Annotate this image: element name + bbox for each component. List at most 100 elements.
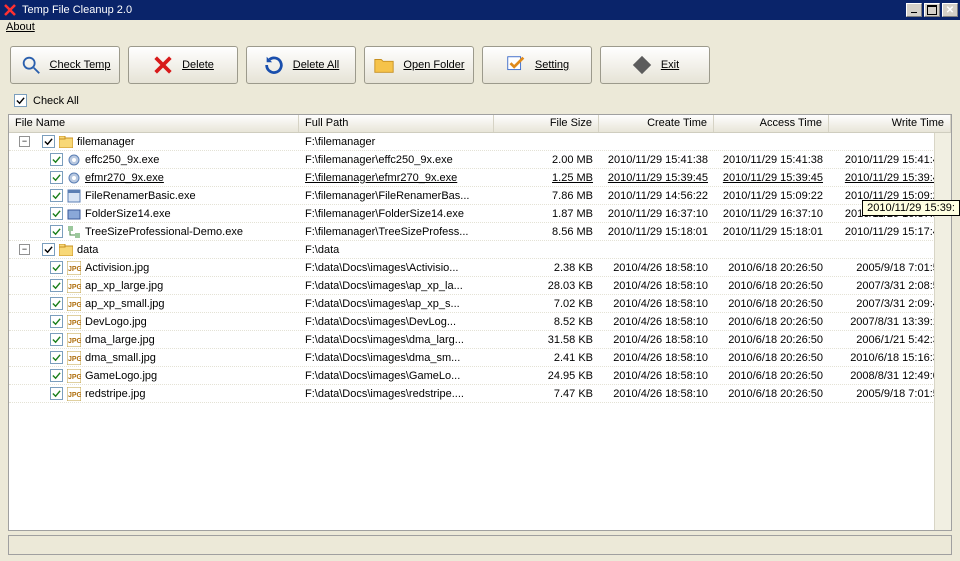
row-checkbox[interactable] bbox=[50, 333, 63, 346]
file-ctime: 2010/11/29 15:39:45 bbox=[599, 171, 714, 185]
delete-button[interactable]: Delete bbox=[128, 46, 238, 84]
file-name: redstripe.jpg bbox=[85, 388, 146, 400]
file-atime: 2010/6/18 20:26:50 bbox=[714, 369, 829, 383]
refresh-icon bbox=[263, 54, 285, 76]
file-path: F:\filemanager\efmr270_9x.exe bbox=[299, 171, 494, 185]
file-size: 1.25 MB bbox=[494, 171, 599, 185]
file-row[interactable]: JPG ap_xp_large.jpg F:\data\Docs\images\… bbox=[9, 277, 951, 295]
file-size: 8.56 MB bbox=[494, 225, 599, 239]
delete-all-label: Delete All bbox=[293, 59, 339, 71]
file-wtime: 2010/6/18 15:16:36 bbox=[829, 351, 951, 365]
folder-name: data bbox=[77, 244, 98, 256]
folder-row[interactable]: − data F:\data bbox=[9, 241, 951, 259]
folder-row[interactable]: − filemanager F:\filemanager bbox=[9, 133, 951, 151]
menu-bar: About bbox=[0, 20, 960, 38]
file-ctime: 2010/11/29 15:18:01 bbox=[599, 225, 714, 239]
file-name: ap_xp_large.jpg bbox=[85, 280, 163, 292]
installer-icon bbox=[66, 152, 82, 168]
collapse-icon[interactable]: − bbox=[19, 136, 30, 147]
disk-icon bbox=[66, 206, 82, 222]
row-checkbox[interactable] bbox=[50, 189, 63, 202]
row-checkbox[interactable] bbox=[50, 369, 63, 382]
row-checkbox[interactable] bbox=[50, 171, 63, 184]
file-size: 1.87 MB bbox=[494, 207, 599, 221]
file-atime: 2010/11/29 16:37:10 bbox=[714, 207, 829, 221]
exit-button[interactable]: Exit bbox=[600, 46, 710, 84]
row-checkbox[interactable] bbox=[50, 279, 63, 292]
file-row[interactable]: JPG redstripe.jpg F:\data\Docs\images\re… bbox=[9, 385, 951, 403]
file-atime: 2010/11/29 15:39:45 bbox=[714, 171, 829, 185]
file-wtime: 2010/11/29 15:17:48 bbox=[829, 225, 951, 239]
file-size: 2.41 KB bbox=[494, 351, 599, 365]
file-ctime: 2010/11/29 16:37:10 bbox=[599, 207, 714, 221]
row-checkbox[interactable] bbox=[50, 297, 63, 310]
file-row[interactable]: JPG dma_small.jpg F:\data\Docs\images\dm… bbox=[9, 349, 951, 367]
row-checkbox[interactable] bbox=[42, 243, 55, 256]
file-row[interactable]: JPG dma_large.jpg F:\data\Docs\images\dm… bbox=[9, 331, 951, 349]
check-temp-label: Check Temp bbox=[50, 59, 111, 71]
svg-text:JPG: JPG bbox=[68, 338, 81, 345]
row-checkbox[interactable] bbox=[50, 387, 63, 400]
file-wtime: 2010/11/29 15:39:47 bbox=[829, 171, 951, 185]
file-size: 2.00 MB bbox=[494, 153, 599, 167]
menu-about[interactable]: About bbox=[6, 21, 35, 33]
tooltip: 2010/11/29 15:39: bbox=[862, 200, 960, 216]
file-ctime: 2010/4/26 18:58:10 bbox=[599, 279, 714, 293]
minimize-button[interactable] bbox=[906, 3, 922, 17]
row-checkbox[interactable] bbox=[50, 153, 63, 166]
file-size: 28.03 KB bbox=[494, 279, 599, 293]
delete-all-button[interactable]: Delete All bbox=[246, 46, 356, 84]
file-row[interactable]: JPG DevLogo.jpg F:\data\Docs\images\DevL… bbox=[9, 313, 951, 331]
open-folder-button[interactable]: Open Folder bbox=[364, 46, 474, 84]
exit-icon bbox=[631, 54, 653, 76]
file-name: dma_small.jpg bbox=[85, 352, 156, 364]
file-row[interactable]: FileRenamerBasic.exe F:\filemanager\File… bbox=[9, 187, 951, 205]
file-atime: 2010/11/29 15:41:38 bbox=[714, 153, 829, 167]
close-button[interactable]: ✕ bbox=[942, 3, 958, 17]
maximize-button[interactable] bbox=[924, 3, 940, 17]
folder-path: F:\data bbox=[299, 243, 494, 257]
row-checkbox[interactable] bbox=[50, 261, 63, 274]
file-name: ap_xp_small.jpg bbox=[85, 298, 165, 310]
setting-button[interactable]: Setting bbox=[482, 46, 592, 84]
col-write-time[interactable]: Write Time bbox=[829, 115, 951, 132]
file-wtime: 2005/9/18 7:01:50 bbox=[829, 261, 951, 275]
file-name: effc250_9x.exe bbox=[85, 154, 159, 166]
app-icon bbox=[2, 2, 18, 18]
check-temp-button[interactable]: Check Temp bbox=[10, 46, 120, 84]
file-row[interactable]: effc250_9x.exe F:\filemanager\effc250_9x… bbox=[9, 151, 951, 169]
file-row[interactable]: JPG GameLogo.jpg F:\data\Docs\images\Gam… bbox=[9, 367, 951, 385]
folder-icon bbox=[58, 242, 74, 258]
col-file-name[interactable]: File Name bbox=[9, 115, 299, 132]
folder-icon bbox=[373, 54, 395, 76]
jpg-icon: JPG bbox=[66, 278, 82, 294]
file-size: 31.58 KB bbox=[494, 333, 599, 347]
col-create-time[interactable]: Create Time bbox=[599, 115, 714, 132]
collapse-icon[interactable]: − bbox=[19, 244, 30, 255]
file-row[interactable]: efmr270_9x.exe F:\filemanager\efmr270_9x… bbox=[9, 169, 951, 187]
svg-text:JPG: JPG bbox=[68, 392, 81, 399]
row-checkbox[interactable] bbox=[50, 225, 63, 238]
file-row[interactable]: TreeSizeProfessional-Demo.exe F:\fileman… bbox=[9, 223, 951, 241]
check-all-checkbox[interactable]: Check All bbox=[14, 94, 79, 107]
file-ctime: 2010/11/29 14:56:22 bbox=[599, 189, 714, 203]
file-path: F:\data\Docs\images\dma_larg... bbox=[299, 333, 494, 347]
delete-label: Delete bbox=[182, 59, 214, 71]
file-atime: 2010/6/18 20:26:50 bbox=[714, 333, 829, 347]
row-checkbox[interactable] bbox=[50, 351, 63, 364]
file-wtime: 2007/8/31 13:39:14 bbox=[829, 315, 951, 329]
row-checkbox[interactable] bbox=[42, 135, 55, 148]
file-atime: 2010/6/18 20:26:50 bbox=[714, 261, 829, 275]
file-size: 24.95 KB bbox=[494, 369, 599, 383]
file-row[interactable]: JPG Activision.jpg F:\data\Docs\images\A… bbox=[9, 259, 951, 277]
open-folder-label: Open Folder bbox=[403, 59, 464, 71]
app-icon bbox=[66, 188, 82, 204]
file-path: F:\data\Docs\images\ap_xp_la... bbox=[299, 279, 494, 293]
col-access-time[interactable]: Access Time bbox=[714, 115, 829, 132]
col-full-path[interactable]: Full Path bbox=[299, 115, 494, 132]
row-checkbox[interactable] bbox=[50, 207, 63, 220]
file-row[interactable]: FolderSize14.exe F:\filemanager\FolderSi… bbox=[9, 205, 951, 223]
row-checkbox[interactable] bbox=[50, 315, 63, 328]
col-file-size[interactable]: File Size bbox=[494, 115, 599, 132]
file-row[interactable]: JPG ap_xp_small.jpg F:\data\Docs\images\… bbox=[9, 295, 951, 313]
